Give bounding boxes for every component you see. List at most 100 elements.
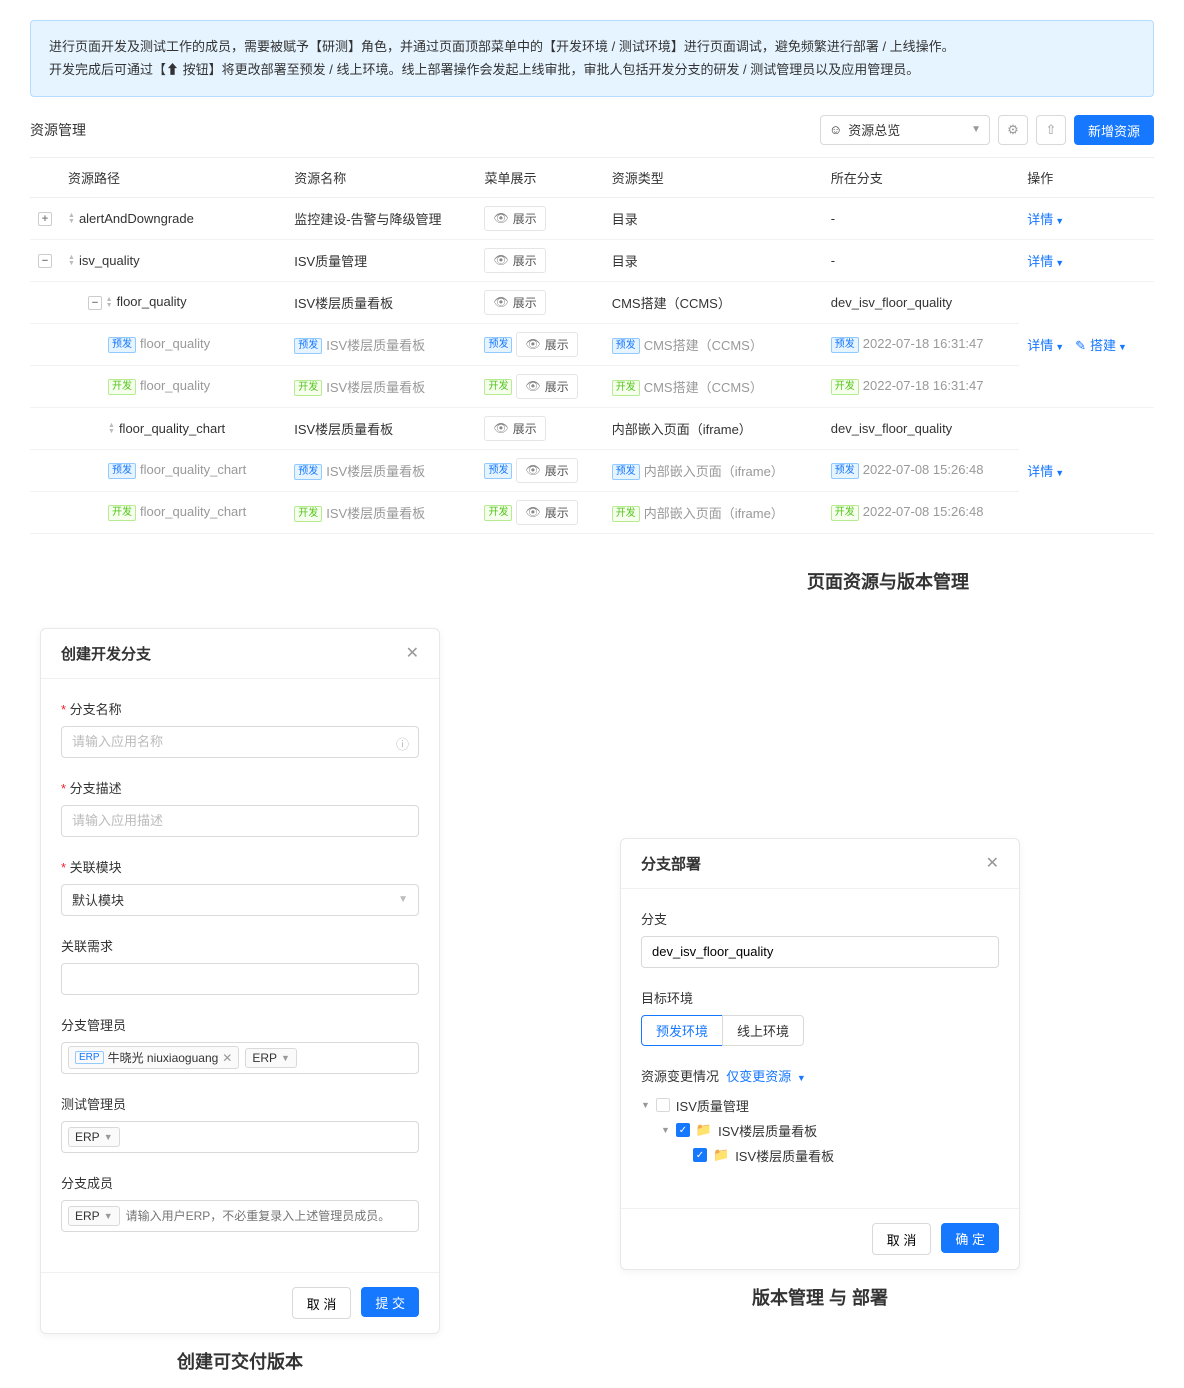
menu-show-pill[interactable]: 👁展示: [516, 500, 577, 525]
env-prod-option[interactable]: 线上环境: [722, 1015, 804, 1046]
build-link[interactable]: ✎搭建▼: [1075, 338, 1127, 353]
badge-pre: 预发: [484, 337, 512, 353]
cell-type: 内部嵌入页面（iframe）: [604, 407, 823, 449]
branch-name-input[interactable]: [61, 726, 419, 758]
demand-input[interactable]: [61, 963, 419, 995]
cell-path: floor_quality: [140, 336, 210, 351]
cell-type: 内部嵌入页面（iframe）: [644, 464, 784, 479]
erp-tag[interactable]: ERP▼: [68, 1127, 120, 1147]
cell-name: ISV楼层质量看板: [326, 506, 425, 521]
col-path: 资源路径: [60, 157, 286, 197]
badge-pre: 预发: [831, 463, 859, 479]
tree-toggle-icon[interactable]: ▼: [641, 1100, 650, 1110]
demand-label: 关联需求: [61, 936, 419, 955]
table-row: ▲▼floor_quality_chart ISV楼层质量看板 👁展示 内部嵌入…: [30, 407, 1154, 449]
members-input[interactable]: [126, 1209, 412, 1223]
dialog-title: 分支部署: [641, 853, 701, 874]
menu-show-pill[interactable]: 👁展示: [516, 374, 577, 399]
edit-icon: ✎: [1075, 338, 1086, 353]
changes-only-link[interactable]: 仅变更资源 ▼: [726, 1069, 806, 1084]
cell-name: ISV楼层质量看板: [286, 281, 476, 323]
sort-icon[interactable]: ▲▼: [108, 423, 115, 435]
menu-show-pill[interactable]: 👁展示: [516, 332, 577, 357]
ok-button[interactable]: 确 定: [941, 1223, 999, 1253]
tree-checkbox[interactable]: ✓: [676, 1123, 690, 1137]
badge-dev: 开发: [294, 506, 322, 522]
erp-tag[interactable]: ERP▼: [68, 1206, 120, 1226]
badge-dev: 开发: [612, 506, 640, 522]
resource-tree: ▼ ISV质量管理 ▼ ✓ 📁 ISV楼层质量看板 ✓ 📁: [641, 1093, 999, 1168]
branch-desc-input[interactable]: [61, 805, 419, 837]
eye-icon: 👁: [525, 463, 540, 477]
members-label: 分支成员: [61, 1173, 419, 1192]
badge-pre: 预发: [108, 337, 136, 353]
table-header-row: 资源路径 资源名称 菜单展示 资源类型 所在分支 操作: [30, 157, 1154, 197]
detail-link[interactable]: 详情▼: [1027, 254, 1064, 269]
expand-icon[interactable]: +: [38, 212, 52, 226]
submit-button[interactable]: 提 交: [361, 1287, 419, 1317]
badge-pre: 预发: [294, 464, 322, 480]
add-resource-button[interactable]: 新增资源: [1074, 115, 1154, 145]
eye-icon: 👁: [493, 253, 508, 267]
cell-type: CMS搭建（CCMS）: [644, 338, 763, 353]
collapse-icon[interactable]: −: [88, 296, 102, 310]
tree-checkbox[interactable]: [656, 1098, 670, 1112]
cancel-button[interactable]: 取 消: [292, 1287, 352, 1319]
cancel-button[interactable]: 取 消: [872, 1223, 932, 1255]
menu-show-pill[interactable]: 👁展示: [516, 458, 577, 483]
sort-icon[interactable]: ▲▼: [106, 297, 113, 309]
deploy-button[interactable]: ⇧: [1036, 115, 1066, 145]
overview-label: 资源总览: [848, 120, 900, 139]
tree-node: ISV楼层质量看板: [735, 1146, 834, 1165]
menu-show-pill[interactable]: 👁展示: [484, 248, 545, 273]
cell-branch: dev_isv_floor_quality: [823, 281, 1020, 323]
badge-dev: 开发: [484, 379, 512, 395]
chevron-down-icon: ▼: [398, 894, 408, 905]
table-row: − ▲▼floor_quality ISV楼层质量看板 👁展示 CMS搭建（CC…: [30, 281, 1154, 323]
erp-tag[interactable]: ERP▼: [245, 1048, 297, 1068]
menu-show-pill[interactable]: 👁展示: [484, 416, 545, 441]
info-line-1: 进行页面开发及测试工作的成员，需要被赋予【研测】角色，并通过页面顶部菜单中的【开…: [49, 35, 1135, 58]
chevron-down-icon: ▼: [104, 1211, 113, 1221]
badge-dev: 开发: [108, 379, 136, 395]
sort-icon[interactable]: ▲▼: [68, 213, 75, 225]
badge-pre: 预发: [108, 463, 136, 479]
dialog-title: 创建开发分支: [61, 643, 151, 664]
menu-show-pill[interactable]: 👁展示: [484, 206, 545, 231]
cell-branch: -: [823, 197, 1020, 239]
settings-button[interactable]: ⚙: [998, 115, 1028, 145]
env-radio-group: 预发环境 线上环境: [641, 1015, 999, 1046]
menu-show-pill[interactable]: 👁展示: [484, 290, 545, 315]
sort-icon[interactable]: ▲▼: [68, 255, 75, 267]
badge-dev: 开发: [831, 505, 859, 521]
detail-link[interactable]: 详情▼: [1027, 338, 1064, 353]
changes-label: 资源变更情况: [641, 1069, 719, 1084]
admin-tag[interactable]: ERP牛晓光 niuxiaoguang✕: [68, 1046, 239, 1069]
close-icon[interactable]: ✕: [406, 643, 419, 663]
overview-select[interactable]: ☺ 资源总览 ▼: [820, 115, 990, 145]
tree-checkbox[interactable]: ✓: [693, 1148, 707, 1162]
cell-name: ISV楼层质量看板: [326, 464, 425, 479]
collapse-icon[interactable]: −: [38, 254, 52, 268]
remove-tag-icon[interactable]: ✕: [222, 1051, 232, 1065]
eye-icon: 👁: [493, 421, 508, 435]
env-pre-option[interactable]: 预发环境: [641, 1015, 723, 1046]
cell-name: ISV楼层质量看板: [286, 407, 476, 449]
badge-dev: 开发: [108, 505, 136, 521]
eye-icon: 👁: [493, 211, 508, 225]
cell-branch: 2022-07-08 15:26:48: [863, 462, 984, 477]
col-menu: 菜单展示: [476, 157, 603, 197]
detail-link[interactable]: 详情▼: [1027, 212, 1064, 227]
module-select[interactable]: 默认模块 ▼: [61, 884, 419, 916]
tree-toggle-icon[interactable]: ▼: [661, 1125, 670, 1135]
branch-input[interactable]: [641, 936, 999, 968]
badge-dev: 开发: [831, 379, 859, 395]
cell-type: 目录: [604, 197, 823, 239]
detail-link[interactable]: 详情▼: [1027, 464, 1064, 479]
badge-pre: 预发: [831, 337, 859, 353]
col-name: 资源名称: [286, 157, 476, 197]
table-row: 开发floor_quality 开发ISV楼层质量看板 开发👁展示 开发CMS搭…: [30, 365, 1154, 407]
badge-pre: 预发: [484, 463, 512, 479]
cell-path: floor_quality_chart: [140, 462, 246, 477]
close-icon[interactable]: ✕: [986, 853, 999, 873]
